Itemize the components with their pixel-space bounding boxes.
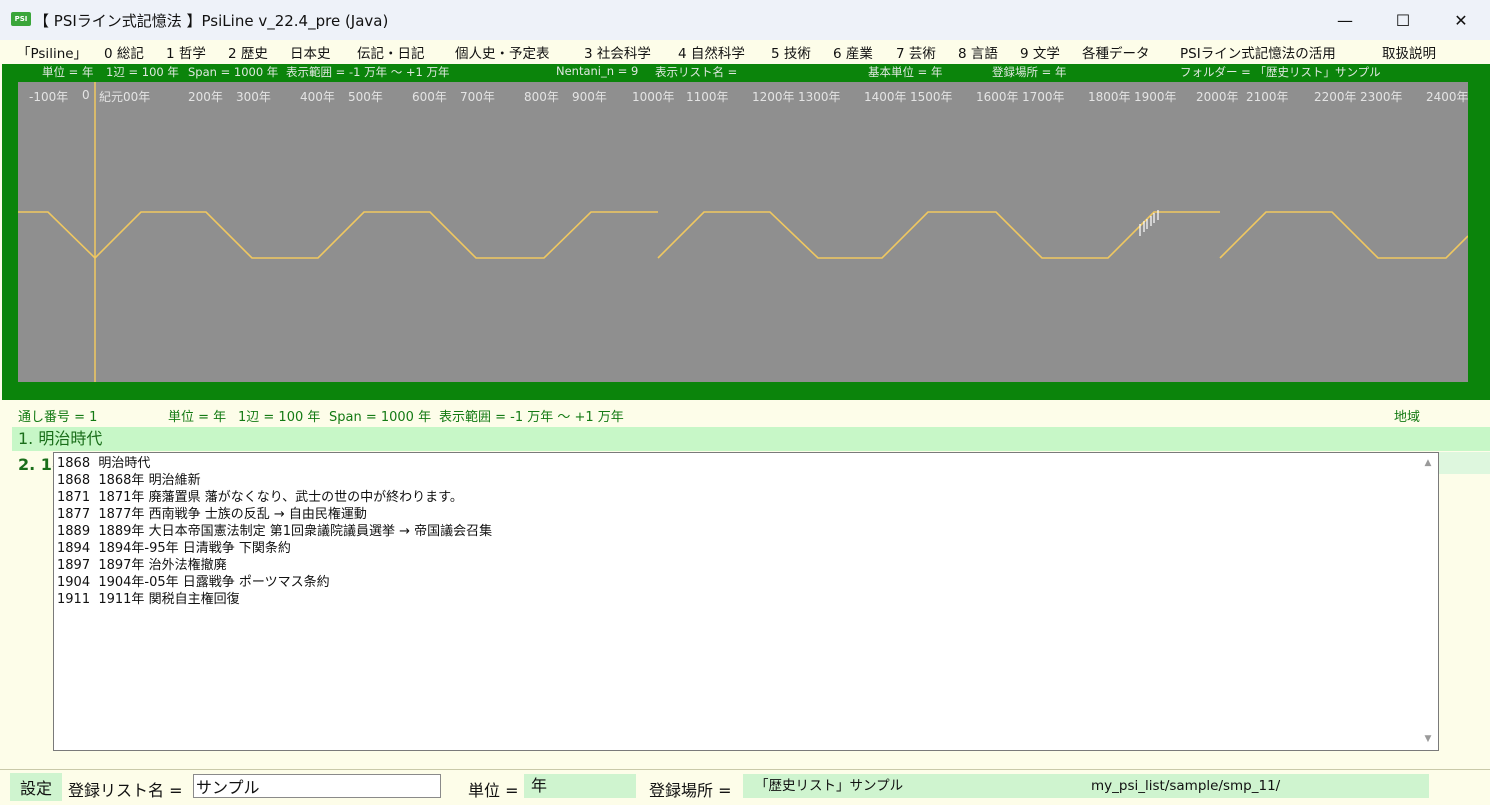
list-name-label: 登録リスト名 = xyxy=(68,781,183,800)
menu-japanese-history[interactable]: 日本史 xyxy=(290,42,331,62)
event-text-area[interactable]: 1868 明治時代 1868 1868年 明治維新 1871 1871年 廃藩置… xyxy=(53,452,1439,751)
text-line: 1911 1911年 関税自主権回復 xyxy=(57,592,240,607)
status-range: 表示範囲 = -1 万年 〜 +1 万年 xyxy=(439,410,624,425)
list-item[interactable]: 1. 明治時代 xyxy=(12,427,1490,451)
settings-button[interactable]: 設定 xyxy=(10,773,62,801)
place-path: my_psi_list/sample/smp_11/ xyxy=(1091,778,1281,794)
menu-general[interactable]: 0 総記 xyxy=(104,42,144,62)
app-icon: PSI xyxy=(11,12,31,26)
menu-history[interactable]: 2 歴史 xyxy=(228,42,268,62)
menu-arts[interactable]: 7 芸術 xyxy=(896,42,936,62)
text-line: 1871 1871年 廃藩置県 藩がなくなり、武士の世の中が終わります。 xyxy=(57,490,463,505)
text-line: 1904 1904年-05年 日露戦争 ポーツマス条約 xyxy=(57,575,330,590)
menu-technology[interactable]: 5 技術 xyxy=(771,42,811,62)
text-line: 1868 1868年 明治維新 xyxy=(57,473,201,488)
info-registry: 登録場所 = 年 xyxy=(992,65,1067,79)
text-line: 1868 明治時代 xyxy=(57,456,151,471)
info-list-name: 表示リスト名 = xyxy=(655,65,738,79)
menu-biography-diary[interactable]: 伝記・日記 xyxy=(357,42,425,62)
menu-psiline[interactable]: 「Psiline」 xyxy=(17,42,87,62)
menu-social-science[interactable]: 3 社会科学 xyxy=(584,42,651,62)
settings-bar: 設定 登録リスト名 = 単位 = 年 登録場所 = 「歴史リスト」サンプル my… xyxy=(0,769,1490,805)
minimize-button[interactable]: — xyxy=(1316,0,1374,40)
window-title: 【 PSIライン式記憶法 】PsiLine v_22.4_pre (Java) xyxy=(34,12,389,30)
status-row: 通し番号 = 1 単位 = 年 1辺 = 100 年 Span = 1000 年… xyxy=(0,404,1490,425)
close-button[interactable]: ✕ xyxy=(1432,0,1490,40)
scroll-up-icon[interactable]: ▲ xyxy=(1422,458,1434,470)
region-label: 地域 xyxy=(1394,410,1421,425)
status-unit: 単位 = 年 xyxy=(168,410,227,425)
info-side: 1辺 = 100 年 xyxy=(106,65,179,79)
status-side: 1辺 = 100 年 xyxy=(238,410,321,425)
psi-line-graph xyxy=(18,82,1468,382)
place-label: 登録場所 = xyxy=(649,781,732,800)
psi-line-segment xyxy=(18,211,658,260)
list-item-highlight xyxy=(1438,452,1490,474)
menu-language[interactable]: 8 言語 xyxy=(958,42,998,62)
unit-label: 単位 = xyxy=(468,781,519,800)
info-span: Span = 1000 年 xyxy=(188,65,279,79)
status-span: Span = 1000 年 xyxy=(329,410,432,425)
title-bar: PSI 【 PSIライン式記憶法 】PsiLine v_22.4_pre (Ja… xyxy=(0,0,1490,40)
info-nentani: Nentani_n = 9 xyxy=(556,64,639,78)
menu-philosophy[interactable]: 1 哲学 xyxy=(166,42,206,62)
text-line: 1889 1889年 大日本帝国憲法制定 第1回衆議院議員選挙 → 帝国議会召集 xyxy=(57,524,493,539)
text-line: 1877 1877年 西南戦争 士族の反乱 → 自由民権運動 xyxy=(57,507,367,522)
info-base-unit: 基本単位 = 年 xyxy=(868,65,943,79)
menu-manual[interactable]: 取扱説明 xyxy=(1382,42,1436,62)
text-line: 1897 1897年 治外法権撤廃 xyxy=(57,558,227,573)
place-value: 「歴史リスト」サンプル my_psi_list/sample/smp_11/ xyxy=(743,774,1429,798)
menu-personal-history[interactable]: 個人史・予定表 xyxy=(455,42,550,62)
serial-number: 通し番号 = 1 xyxy=(18,410,98,425)
menu-natural-science[interactable]: 4 自然科学 xyxy=(678,42,745,62)
menu-industry[interactable]: 6 産業 xyxy=(833,42,873,62)
timeline-canvas[interactable]: -100年 0 紀元00年 200年 300年 400年 500年 600年 7… xyxy=(18,82,1469,382)
list-name-input[interactable] xyxy=(193,774,441,798)
menu-literature[interactable]: 9 文学 xyxy=(1020,42,1060,62)
text-line: 1894 1894年-95年 日清戦争 下関条約 xyxy=(57,541,291,556)
psi-line-segment xyxy=(1219,211,1468,259)
scroll-down-icon[interactable]: ▼ xyxy=(1422,734,1434,746)
info-range: 表示範囲 = -1 万年 〜 +1 万年 xyxy=(286,65,450,79)
text-lines: 1868 明治時代 1868 1868年 明治維新 1871 1871年 廃藩置… xyxy=(57,455,492,608)
psi-line-segment xyxy=(657,211,1220,259)
maximize-button[interactable]: ☐ xyxy=(1374,0,1432,40)
unit-value: 年 xyxy=(524,774,636,798)
info-unit: 単位 = 年 xyxy=(42,65,94,79)
menu-usage[interactable]: PSIライン式記憶法の活用 xyxy=(1180,42,1336,62)
place-name: 「歴史リスト」サンプル xyxy=(755,778,904,794)
info-folder: フォルダー = 「歴史リスト」サンプル xyxy=(1180,65,1381,79)
menu-data[interactable]: 各種データ xyxy=(1082,42,1150,62)
menu-bar: 「Psiline」 0 総記 1 哲学 2 歴史 日本史 伝記・日記 個人史・予… xyxy=(0,40,1490,64)
